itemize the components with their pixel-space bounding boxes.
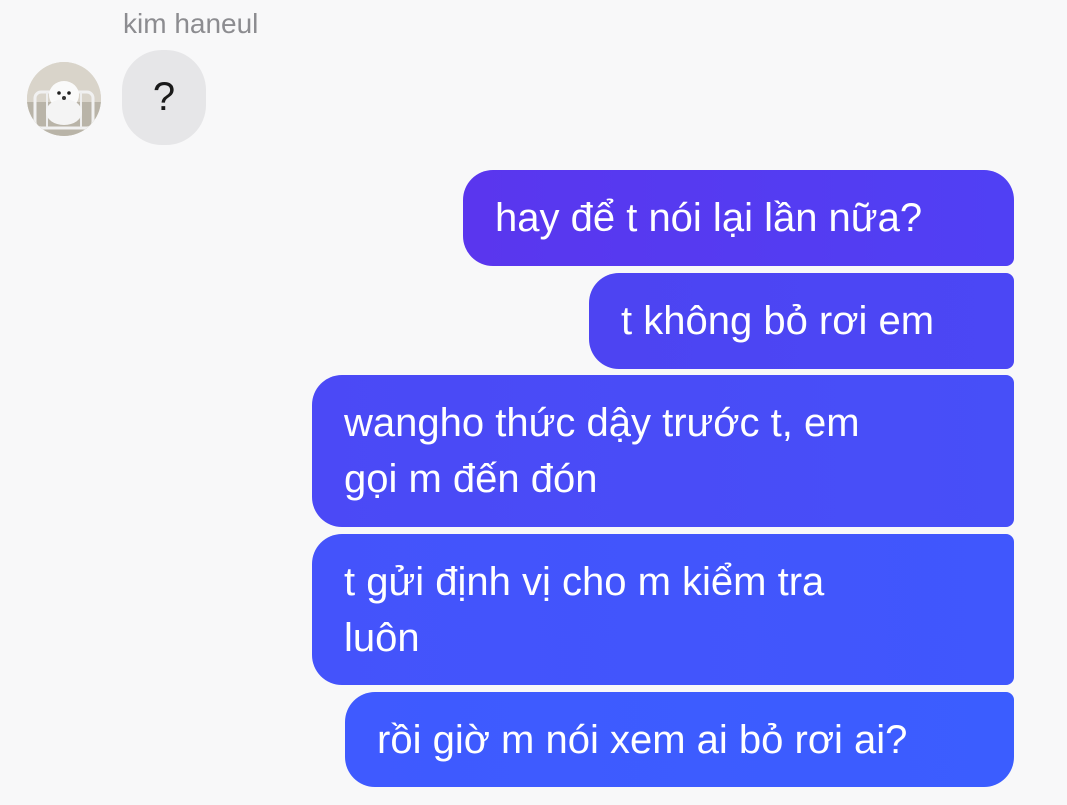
outgoing-message-text: t không bỏ rơi em — [621, 299, 935, 343]
outgoing-message-bubble[interactable]: t không bỏ rơi em — [589, 273, 1014, 369]
outgoing-message-bubble[interactable]: hay để t nói lại lần nữa? — [463, 170, 1014, 266]
chat-thread: kim haneul ? hay để t nói lại lần nữa? t… — [0, 0, 1067, 805]
outgoing-message-bubble[interactable]: wangho thức dậy trước t, em gọi m đến đó… — [312, 375, 1014, 527]
outgoing-message-bubble[interactable]: rồi giờ m nói xem ai bỏ rơi ai? — [345, 692, 1014, 787]
sender-name: kim haneul — [123, 8, 259, 39]
dog-photo-avatar-icon — [27, 62, 101, 136]
incoming-message-text: ? — [152, 75, 176, 119]
outgoing-message-text: hay để t nói lại lần nữa? — [495, 196, 923, 240]
outgoing-message-bubble[interactable]: t gửi định vị cho m kiểm tra luôn — [312, 534, 1014, 685]
avatar[interactable] — [27, 62, 101, 136]
incoming-message-bubble[interactable]: ? — [122, 50, 206, 145]
outgoing-message-text: rồi giờ m nói xem ai bỏ rơi ai? — [377, 717, 908, 762]
outgoing-message-text: wangho thức dậy trước t, em gọi m đến đó… — [344, 401, 860, 501]
outgoing-message-text: t gửi định vị cho m kiểm tra luôn — [344, 560, 825, 660]
